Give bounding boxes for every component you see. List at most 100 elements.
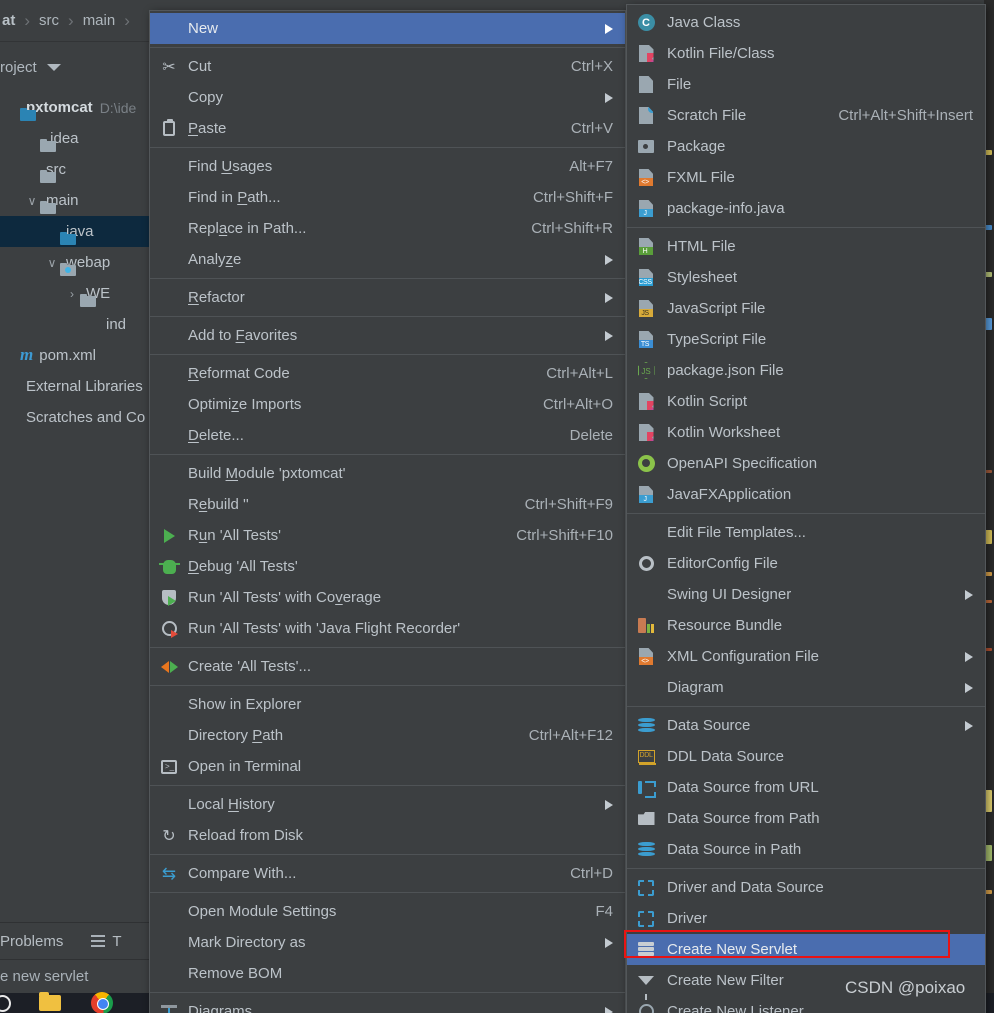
tree-twisty-icon[interactable]: ∨ bbox=[24, 194, 40, 208]
breadcrumb-segment-1[interactable]: src bbox=[37, 12, 61, 29]
new-item-editorconfig-file[interactable]: EditorConfig File bbox=[627, 548, 985, 579]
menu-item-label: Edit File Templates... bbox=[667, 524, 806, 541]
menu-item-mark-directory-as[interactable]: Mark Directory as bbox=[150, 927, 625, 958]
menu-item-analyze[interactable]: Analyze bbox=[150, 244, 625, 275]
menu-item-copy[interactable]: Copy bbox=[150, 82, 625, 113]
cortana-icon[interactable] bbox=[0, 994, 11, 1012]
new-item-kotlin-script[interactable]: Kotlin Script bbox=[627, 386, 985, 417]
tree-item-webap[interactable]: ∨ webap bbox=[0, 247, 150, 278]
tree-item-scratches-and-co[interactable]: Scratches and Co bbox=[0, 402, 150, 433]
menu-item-run-all-tests-with-java-flight-recorder[interactable]: Run 'All Tests' with 'Java Flight Record… bbox=[150, 613, 625, 644]
context-menu[interactable]: New ✂ Cut Ctrl+X Copy Paste Ctrl+V Find Usages A… bbox=[149, 10, 626, 1013]
menu-item-reformat-code[interactable]: Reformat Code Ctrl+Alt+L bbox=[150, 358, 625, 389]
menu-separator bbox=[150, 854, 625, 855]
menu-item-paste[interactable]: Paste Ctrl+V bbox=[150, 113, 625, 144]
new-item-edit-file-templates[interactable]: Edit File Templates... bbox=[627, 517, 985, 548]
menu-item-build-module-pxtomcat[interactable]: Build Module 'pxtomcat' bbox=[150, 458, 625, 489]
menu-item-directory-path[interactable]: Directory Path Ctrl+Alt+F12 bbox=[150, 720, 625, 751]
menu-item-find-in-path[interactable]: Find in Path... Ctrl+Shift+F bbox=[150, 182, 625, 213]
tool-window-terminal[interactable]: T bbox=[91, 933, 122, 950]
new-item-ddl-data-source[interactable]: DDL DDL Data Source bbox=[627, 741, 985, 772]
new-item-swing-ui-designer[interactable]: Swing UI Designer bbox=[627, 579, 985, 610]
new-item-html-file[interactable]: H HTML File bbox=[627, 231, 985, 262]
menu-item-rebuild-default[interactable]: Rebuild '' Ctrl+Shift+F9 bbox=[150, 489, 625, 520]
new-item-create-new-servlet[interactable]: Create New Servlet bbox=[627, 934, 985, 965]
tree-item-we[interactable]: › WE bbox=[0, 278, 150, 309]
menu-item-replace-in-path[interactable]: Replace in Path... Ctrl+Shift+R bbox=[150, 213, 625, 244]
new-item-driver[interactable]: Driver bbox=[627, 903, 985, 934]
menu-item-add-to-favorites[interactable]: Add to Favorites bbox=[150, 320, 625, 351]
menu-item-find-usages[interactable]: Find Usages Alt+F7 bbox=[150, 151, 625, 182]
tree-item-ind[interactable]: JSP ind bbox=[0, 309, 150, 340]
new-item-typescript-file[interactable]: TS TypeScript File bbox=[627, 324, 985, 355]
tree-item-pxtomcat[interactable]: pxtomcat D:\ide bbox=[0, 92, 150, 123]
new-item-package-info-java[interactable]: Jpackage-info.java bbox=[627, 193, 985, 224]
menu-item-label: HTML File bbox=[667, 238, 736, 255]
menu-item-compare-with[interactable]: ⇆ Compare With... Ctrl+D bbox=[150, 858, 625, 889]
new-item-fxml-file[interactable]: <> FXML File bbox=[627, 162, 985, 193]
menu-item-label: OpenAPI Specification bbox=[667, 455, 818, 472]
new-item-javafxapplication[interactable]: J JavaFXApplication bbox=[627, 479, 985, 510]
new-item-file[interactable]: File bbox=[627, 69, 985, 100]
tree-item-external-libraries[interactable]: External Libraries bbox=[0, 371, 150, 402]
menu-item-label: TypeScript File bbox=[667, 331, 767, 348]
new-item-javascript-file[interactable]: JS JavaScript File bbox=[627, 293, 985, 324]
chevron-down-icon[interactable] bbox=[46, 63, 61, 71]
menu-separator bbox=[627, 513, 985, 514]
new-item-resource-bundle[interactable]: Resource Bundle bbox=[627, 610, 985, 641]
tree-item-idea[interactable]: .idea bbox=[0, 123, 150, 154]
new-item-data-source-in-path[interactable]: Data Source in Path bbox=[627, 834, 985, 865]
submenu-arrow-icon bbox=[965, 589, 973, 600]
menu-item-debug-all-tests[interactable]: Debug 'All Tests' bbox=[150, 551, 625, 582]
tree-twisty-icon[interactable]: › bbox=[64, 287, 80, 301]
menu-item-optimize-imports[interactable]: Optimize Imports Ctrl+Alt+O bbox=[150, 389, 625, 420]
tree-item-java[interactable]: java bbox=[0, 216, 150, 247]
breadcrumb-separator-icon: › bbox=[124, 10, 130, 30]
menu-item-label: Optimize Imports bbox=[188, 396, 302, 413]
breadcrumb-segment-2[interactable]: main bbox=[81, 12, 118, 29]
file-explorer-icon[interactable] bbox=[39, 992, 61, 1011]
breadcrumb-segment-0[interactable]: at bbox=[0, 12, 17, 29]
openapi-icon bbox=[637, 455, 655, 473]
menu-item-create-all-tests[interactable]: Create 'All Tests'... bbox=[150, 651, 625, 682]
menu-item-diagrams[interactable]: Diagrams bbox=[150, 996, 625, 1013]
new-item-package-json-file[interactable]: JS package.json File bbox=[627, 355, 985, 386]
new-item-kotlin-worksheet[interactable]: Kotlin Worksheet bbox=[627, 417, 985, 448]
new-item-java-class[interactable]: C Java Class bbox=[627, 7, 985, 38]
menu-item-run-all-tests[interactable]: Run 'All Tests' Ctrl+Shift+F10 bbox=[150, 520, 625, 551]
new-item-scratch-file[interactable]: Scratch File Ctrl+Alt+Shift+Insert bbox=[627, 100, 985, 131]
new-item-diagram[interactable]: Diagram bbox=[627, 672, 985, 703]
new-item-data-source[interactable]: Data Source bbox=[627, 710, 985, 741]
new-item-data-source-from-path[interactable]: Data Source from Path bbox=[627, 803, 985, 834]
new-item-package[interactable]: Package bbox=[627, 131, 985, 162]
tree-twisty-icon[interactable]: ∨ bbox=[44, 256, 60, 270]
menu-item-new[interactable]: New bbox=[150, 13, 625, 44]
new-item-driver-and-data-source[interactable]: Driver and Data Source bbox=[627, 872, 985, 903]
new-submenu[interactable]: C Java Class Kotlin File/Class File Scratch … bbox=[626, 4, 986, 1013]
new-item-kotlin-file-class[interactable]: Kotlin File/Class bbox=[627, 38, 985, 69]
menu-item-reload-from-disk[interactable]: ↻ Reload from Disk bbox=[150, 820, 625, 851]
chrome-icon[interactable] bbox=[91, 992, 113, 1013]
new-item-stylesheet[interactable]: CSS Stylesheet bbox=[627, 262, 985, 293]
tree-item-src[interactable]: src bbox=[0, 154, 150, 185]
project-panel-header[interactable]: roject bbox=[0, 42, 150, 92]
menu-item-open-in-terminal[interactable]: >_ Open in Terminal bbox=[150, 751, 625, 782]
new-item-xml-configuration-file[interactable]: <> XML Configuration File bbox=[627, 641, 985, 672]
new-item-data-source-from-url[interactable]: Data Source from URL bbox=[627, 772, 985, 803]
menu-item-show-in-explorer[interactable]: Show in Explorer bbox=[150, 689, 625, 720]
tool-window-problems[interactable]: Problems bbox=[0, 933, 63, 950]
new-item-openapi-specification[interactable]: OpenAPI Specification bbox=[627, 448, 985, 479]
tree-item-pom-xml[interactable]: m pom.xml bbox=[0, 340, 150, 371]
menu-item-run-all-tests-with-coverage[interactable]: Run 'All Tests' with Coverage bbox=[150, 582, 625, 613]
menu-item-refactor[interactable]: Refactor bbox=[150, 282, 625, 313]
menu-item-delete[interactable]: Delete... Delete bbox=[150, 420, 625, 451]
project-tree[interactable]: pxtomcat D:\ide .idea src ∨ main java ∨ webap › WE… bbox=[0, 92, 150, 922]
menu-item-local-history[interactable]: Local History bbox=[150, 789, 625, 820]
menu-item-remove-bom[interactable]: Remove BOM bbox=[150, 958, 625, 989]
tree-item-main[interactable]: ∨ main bbox=[0, 185, 150, 216]
menu-item-open-module-settings[interactable]: Open Module Settings F4 bbox=[150, 896, 625, 927]
submenu-arrow-icon bbox=[605, 92, 613, 103]
menu-item-cut[interactable]: ✂ Cut Ctrl+X bbox=[150, 51, 625, 82]
menu-item-label: Create New Listener bbox=[667, 1003, 804, 1013]
new-item-create-new-listener[interactable]: Create New Listener bbox=[627, 996, 985, 1013]
